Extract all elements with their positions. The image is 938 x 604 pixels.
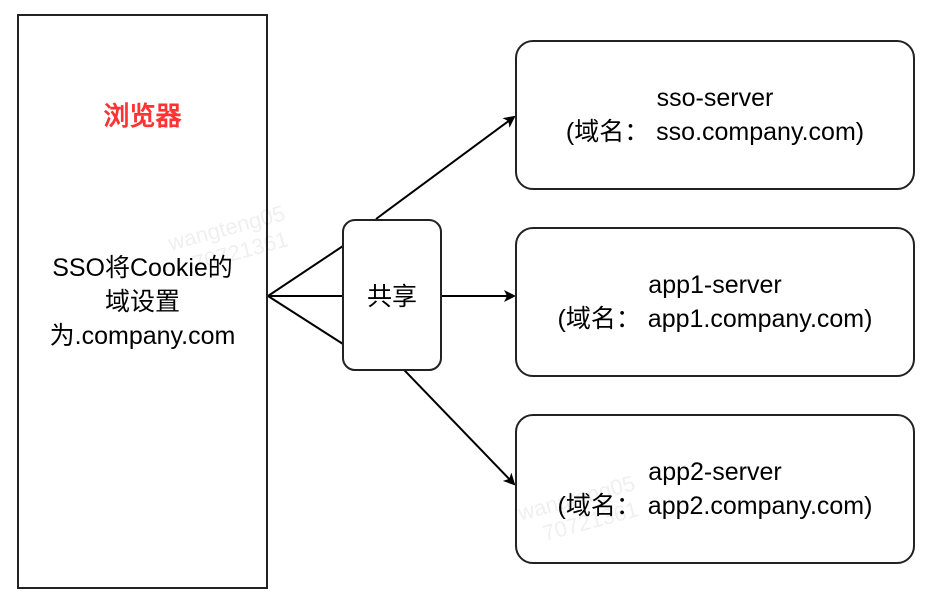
edge-browser-share-top [267, 245, 344, 297]
browser-text-line: 域设置 [104, 287, 180, 316]
browser-text-line: 为.company.com [49, 321, 236, 350]
sso-server-box: sso-server (域名： sso.company.com) [515, 40, 915, 190]
server-name: app2-server [648, 458, 782, 486]
share-box: 共享 [342, 219, 442, 371]
server-name: sso-server [656, 84, 774, 112]
browser-description: SSO将Cookie的 域设置 为.company.com [50, 251, 236, 353]
app2-server-box: app2-server (域名： app2.company.com) [515, 414, 915, 564]
browser-box: 浏览器 SSO将Cookie的 域设置 为.company.com [17, 14, 268, 589]
server-domain: (域名： app1.company.com) [557, 305, 873, 333]
server-domain: (域名： app2.company.com) [557, 492, 873, 520]
share-label: 共享 [366, 283, 417, 311]
browser-title: 浏览器 [103, 101, 182, 131]
server-domain: (域名： sso.company.com) [565, 118, 865, 146]
arrow-to-sso-server [375, 115, 516, 220]
edge-browser-share-bottom [267, 295, 344, 345]
server-name: app1-server [648, 271, 782, 299]
browser-text-line: SSO将Cookie的 [52, 253, 233, 282]
app1-server-box: app1-server (域名： app1.company.com) [515, 227, 915, 377]
